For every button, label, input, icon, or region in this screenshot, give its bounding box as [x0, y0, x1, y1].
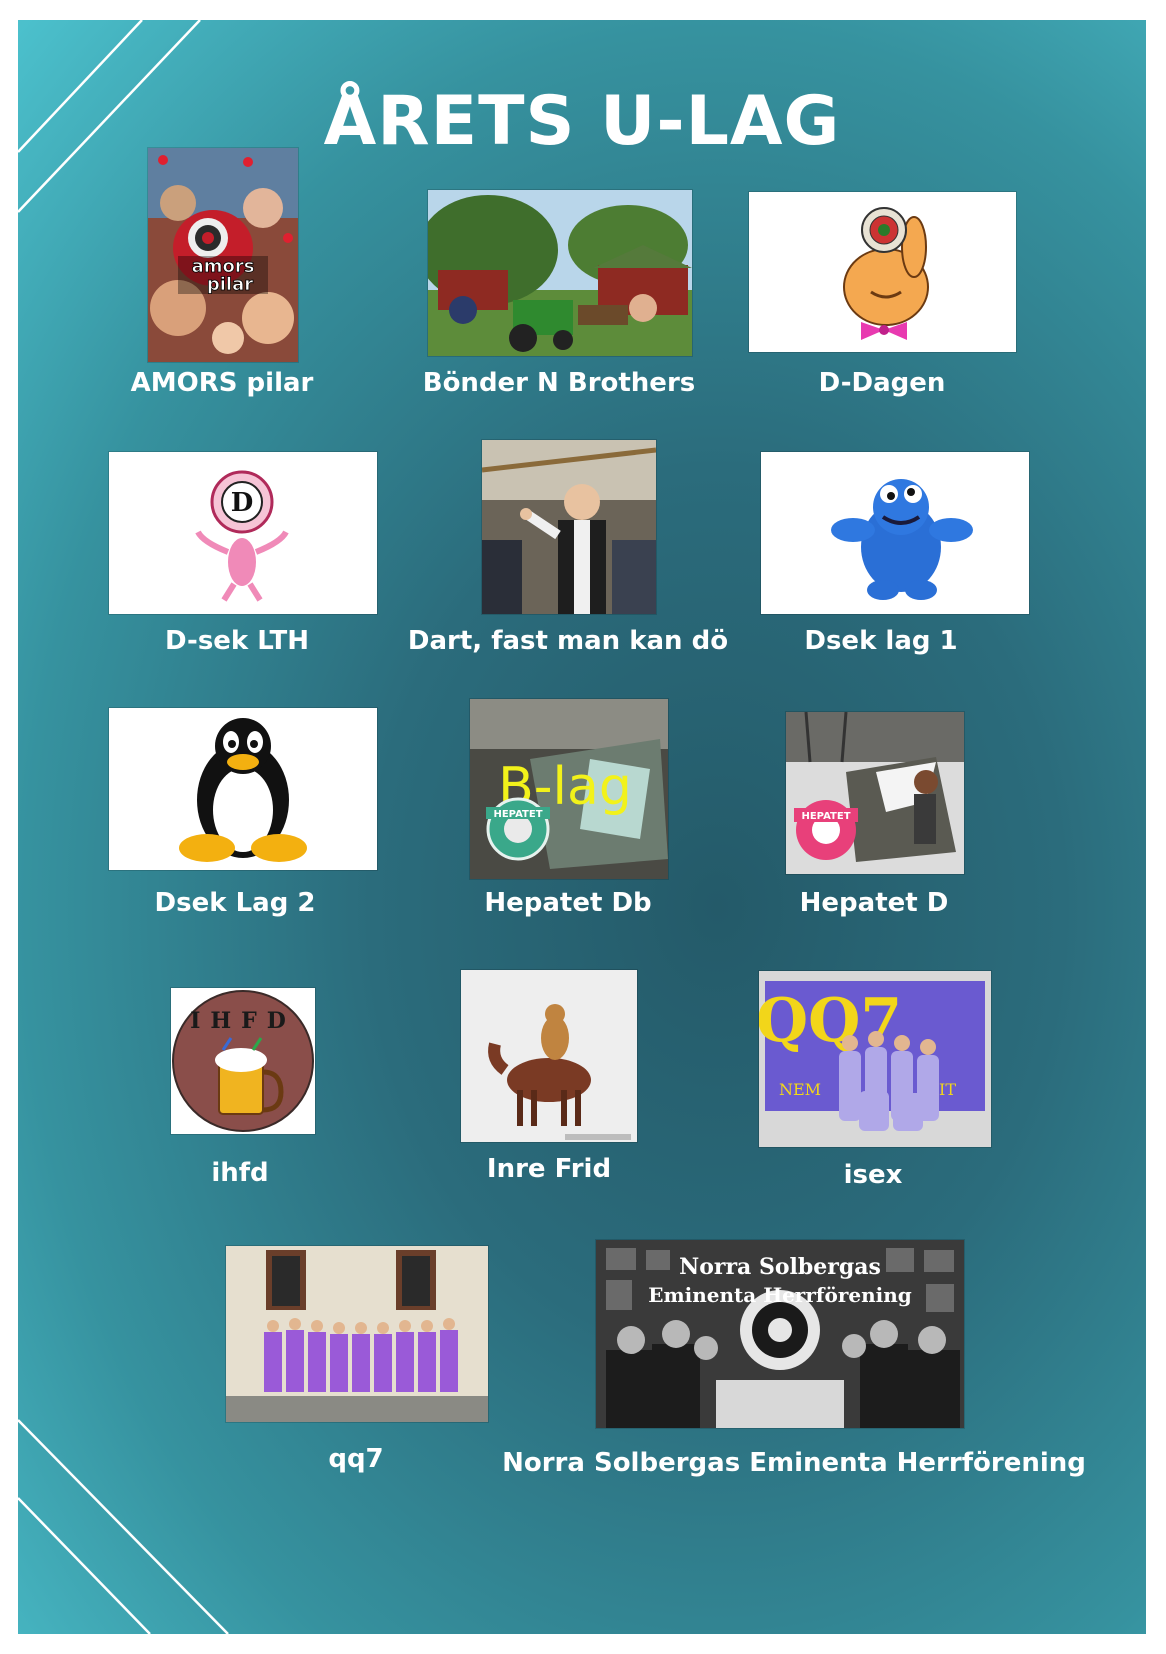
team-label: Hepatet Db	[484, 888, 652, 918]
inre-frid-image	[461, 970, 637, 1142]
svg-text:NEM: NEM	[779, 1080, 821, 1099]
isex-image-text: QQ7	[759, 986, 902, 1056]
ihfd-image: IHFD	[171, 988, 315, 1134]
team-label: Norra Solbergas Eminenta Herrförening	[502, 1448, 1086, 1478]
qq7-image	[226, 1246, 488, 1422]
team-label: isex	[843, 1160, 903, 1190]
dsek-lag-2-image	[109, 708, 377, 870]
team-label: Bönder N Brothers	[422, 368, 696, 398]
team-label: ihfd	[211, 1158, 269, 1188]
norra-solbergas-image-text-1: Norra Solbergas	[679, 1254, 881, 1280]
bonder-n-brothers-image	[428, 190, 692, 356]
team-label: Inre Frid	[486, 1154, 612, 1184]
svg-text:HEPATET: HEPATET	[493, 809, 542, 820]
norra-solbergas-image: Norra Solbergas Eminenta Herrförening	[596, 1240, 964, 1428]
hepatet-d-image: HEPATET	[786, 712, 964, 874]
d-sek-lth-image: D	[109, 452, 377, 614]
team-label: Dsek lag 1	[804, 626, 958, 656]
isex-image: QQ7 NEM IT	[759, 971, 991, 1147]
team-label: D-Dagen	[818, 368, 946, 398]
team-label: D-sek LTH	[164, 626, 310, 656]
hepatet-d-image-text: HEPATET	[801, 811, 850, 822]
svg-text:D: D	[231, 488, 254, 518]
dart-fast-man-kan-do-image	[482, 440, 656, 614]
hepatet-db-image: B-lag HEPATET	[470, 699, 668, 879]
team-label: Dart, fast man kan dö	[407, 626, 729, 656]
d-dagen-image	[749, 192, 1016, 352]
norra-solbergas-image-text-2: Eminenta Herrförening	[648, 1283, 912, 1307]
team-label: qq7	[328, 1444, 384, 1474]
team-label: AMORS pilar	[130, 368, 314, 398]
poster: ÅRETS U-LAG amors pilar AMORS pilar Bönd…	[18, 20, 1146, 1634]
svg-text:IT: IT	[939, 1080, 956, 1099]
amors-pilar-image: amors pilar	[148, 148, 298, 362]
svg-text:pilar: pilar	[207, 274, 253, 295]
ihfd-image-text: IHFD	[190, 1008, 296, 1034]
team-label: Dsek Lag 2	[154, 888, 316, 918]
dsek-lag-1-image	[761, 452, 1029, 614]
team-label: Hepatet D	[799, 888, 949, 918]
